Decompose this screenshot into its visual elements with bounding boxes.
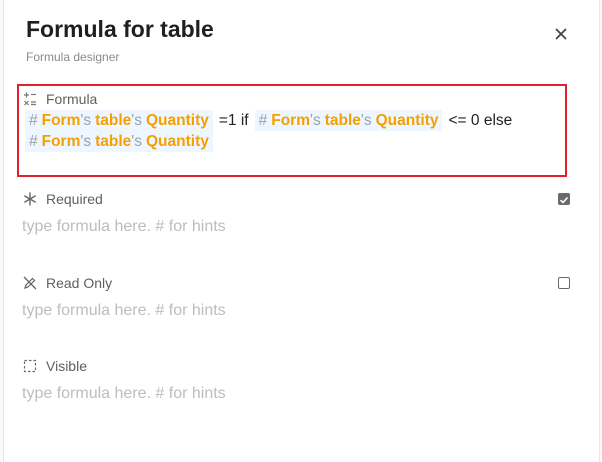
token-possessive: 's	[309, 111, 321, 129]
required-formula-input[interactable]: type formula here. # for hints	[22, 218, 226, 238]
visible-formula-input[interactable]: type formula here. # for hints	[22, 385, 226, 405]
visible-section: Visible type formula here. # for hints	[22, 357, 226, 405]
asterisk-icon	[24, 192, 36, 206]
token-table: table	[95, 111, 132, 129]
close-icon	[555, 28, 567, 40]
token-field: Quantity	[146, 132, 209, 150]
token-hash: #	[29, 132, 38, 150]
token-field: Quantity	[146, 111, 209, 129]
token-possessive: 's	[360, 111, 372, 129]
formula-operator: <= 0 else	[448, 111, 513, 129]
dialog-subtitle: Formula designer	[26, 50, 120, 64]
token-field: Quantity	[375, 111, 439, 129]
token-possessive: 's	[80, 132, 92, 150]
dashed-square-icon	[23, 359, 37, 373]
formula-token[interactable]: # Form's table's Quantity	[25, 110, 213, 131]
required-label: Required	[46, 191, 103, 207]
token-hash: #	[258, 111, 268, 129]
required-checkbox[interactable]	[558, 193, 570, 205]
formula-line-2: # Form's table's Quantity	[25, 131, 555, 152]
token-possessive: 's	[131, 132, 142, 150]
token-table: table	[324, 111, 361, 129]
read-only-checkbox[interactable]	[558, 277, 570, 289]
formula-section-label: Formula	[22, 90, 97, 108]
formula-token[interactable]: # Form's table's Quantity	[25, 131, 213, 152]
visible-label: Visible	[46, 358, 87, 374]
read-only-formula-input[interactable]: type formula here. # for hints	[22, 302, 226, 322]
token-hash: #	[29, 111, 38, 129]
formula-operator: =1 if	[218, 111, 249, 129]
read-only-section: Read Only type formula here. # for hints	[22, 274, 226, 322]
formula-label: Formula	[46, 91, 98, 107]
formula-editor[interactable]: # Form's table's Quantity =1 if # Form's t…	[25, 110, 555, 152]
formula-token[interactable]: # Form's table's Quantity	[254, 110, 443, 131]
token-form: Form	[41, 111, 81, 129]
token-table: table	[95, 132, 132, 150]
formula-line-1: # Form's table's Quantity =1 if # Form's t…	[25, 110, 555, 131]
close-button[interactable]	[552, 25, 570, 43]
read-only-label: Read Only	[46, 275, 113, 291]
check-icon	[559, 196, 569, 204]
token-form: Form	[41, 132, 81, 150]
pencil-off-icon	[23, 276, 37, 290]
required-section: Required type formula here. # for hints	[22, 190, 226, 238]
token-possessive: 's	[131, 111, 142, 129]
dialog-title: Formula for table	[26, 16, 214, 42]
token-possessive: 's	[80, 111, 92, 129]
token-form: Form	[271, 111, 310, 129]
formula-icon	[24, 92, 36, 106]
